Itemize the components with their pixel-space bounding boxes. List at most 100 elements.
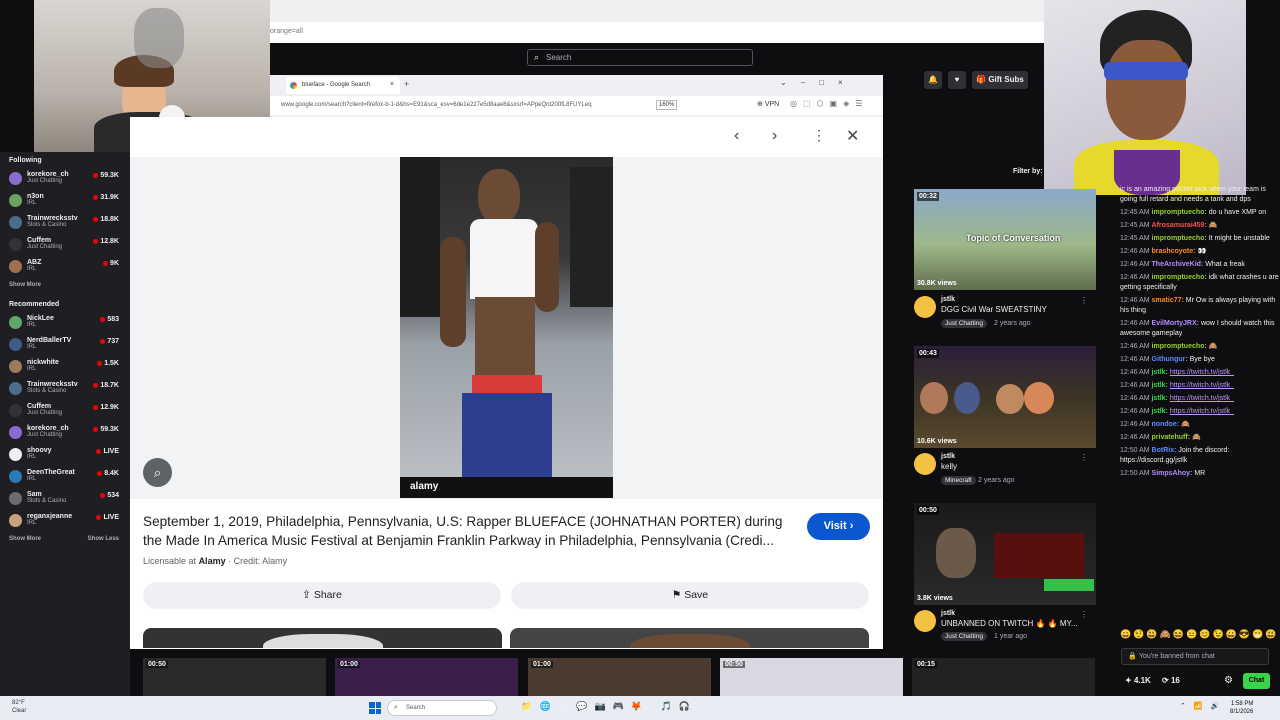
vpn-button[interactable]: ⊕ VPN	[757, 100, 779, 108]
weather-widget[interactable]: 82°F Clear	[12, 699, 26, 715]
channel-avatar[interactable]	[914, 610, 936, 632]
show-more-following[interactable]: Show More	[0, 278, 130, 296]
sidebar-channel[interactable]: Sam Slots & Casino 534	[0, 488, 130, 510]
chat-send-button[interactable]: Chat	[1243, 673, 1270, 689]
sidebar-channel[interactable]: NickLee IRL 583	[0, 312, 130, 334]
category-tag[interactable]: Minecraft	[941, 476, 976, 485]
save-button[interactable]: ⚑ Save	[511, 582, 869, 609]
show-more-recommended[interactable]: Show More	[0, 532, 41, 550]
taskbar-app-icons[interactable]: 🗂📁🌐🛍💬📷🎮🦊⏺🎵🎧	[503, 701, 697, 712]
chat-input[interactable]: 🔒 You're banned from chat	[1121, 648, 1269, 665]
sidebar-channel[interactable]: DeenTheGreat IRL 8.4K	[0, 466, 130, 488]
chat-username[interactable]: impromptuecho:	[1152, 209, 1207, 216]
video-thumbnail[interactable]: 00:43 10.6K views	[914, 346, 1096, 448]
chat-username[interactable]: jstlk:	[1152, 382, 1168, 389]
video-title[interactable]: DGG Civil War SWEATSTINY	[941, 305, 1047, 314]
sidebar-channel[interactable]: Cuffem Just Chatting 12.9K	[0, 400, 130, 422]
sidebar-channel[interactable]: n3on IRL 31.9K	[0, 190, 130, 212]
more-options-icon[interactable]: ⋮	[812, 127, 826, 144]
chat-username[interactable]: EvilMortyJRX:	[1152, 320, 1199, 327]
close-icon[interactable]: ✕	[846, 126, 859, 146]
emote-row[interactable]: 😀🤨😃🙈😆😐😊😉😀😎😁😃	[1120, 629, 1278, 640]
close-tab-icon[interactable]: ×	[390, 81, 394, 88]
video-title[interactable]: kelly	[941, 462, 957, 471]
sidebar-channel[interactable]: shoovy IRL LIVE	[0, 444, 130, 466]
window-controls[interactable]: ⌄–□×	[780, 78, 857, 87]
chat-username[interactable]: SimpsAhoy:	[1152, 470, 1193, 477]
sidebar-channel[interactable]: korekore_ch Just Chatting 59.3K	[0, 168, 130, 190]
channel-name[interactable]: jstlk	[941, 453, 955, 460]
twitch-search-input[interactable]: ⌕ Search	[527, 49, 753, 66]
chat-text[interactable]: https://twitch.tv/jstlk_	[1170, 369, 1234, 376]
chat-text[interactable]: https://twitch.tv/jstlk_	[1170, 395, 1234, 402]
preview-photo[interactable]	[400, 157, 613, 498]
category-tag[interactable]: Just Chatting	[941, 632, 987, 641]
related-image-2[interactable]	[510, 628, 869, 648]
channel-points[interactable]: ✦ 4.1K	[1125, 676, 1151, 685]
more-options-icon[interactable]: ⋮	[1080, 296, 1088, 305]
sidebar-channel[interactable]: ABZ IRL 9K	[0, 256, 130, 278]
show-less-recommended[interactable]: Show Less	[79, 532, 119, 550]
taskbar-search-input[interactable]: ⌕ Search	[387, 700, 497, 716]
chat-username[interactable]: jstlk:	[1152, 395, 1168, 402]
image-caption[interactable]: September 1, 2019, Philadelphia, Pennsyl…	[143, 512, 793, 550]
chat-text[interactable]: https://twitch.tv/jstlk_	[1170, 382, 1234, 389]
channel-avatar[interactable]	[914, 453, 936, 475]
channel-name[interactable]: jstlk	[941, 610, 955, 617]
sidebar-channel[interactable]: reganxjeanne IRL LIVE	[0, 510, 130, 532]
lens-search-icon[interactable]: ⌕	[143, 458, 172, 487]
visit-button[interactable]: Visit ›	[807, 513, 870, 540]
bottom-video-thumbnail[interactable]: 00:50	[143, 658, 326, 696]
sidebar-channel[interactable]: nickwhite IRL 1.5K	[0, 356, 130, 378]
system-tray-icons[interactable]: ⌃ 📶 🔊	[1180, 702, 1222, 710]
share-button[interactable]: ⇪ Share	[143, 582, 501, 609]
gear-icon[interactable]: ⚙	[1224, 675, 1233, 686]
taskbar-clock[interactable]: 1:58 PM 8/1/2026	[1230, 700, 1253, 716]
video-title[interactable]: UNBANNED ON TWITCH 🔥 🔥 MY...	[941, 619, 1078, 628]
channel-avatar[interactable]	[914, 296, 936, 318]
chat-username[interactable]: privatehuff:	[1152, 434, 1191, 441]
sidebar-channel[interactable]: Trainwrecksstv Slots & Casino 18.8K	[0, 212, 130, 234]
sidebar-channel[interactable]: NerdBallerTV IRL 737	[0, 334, 130, 356]
chevron-left-icon[interactable]: ‹	[734, 127, 739, 145]
windows-start-icon[interactable]	[369, 702, 381, 714]
toolbar-extension-icons[interactable]: ◎⬚⬡▣◈☰	[790, 99, 868, 108]
bottom-video-thumbnail[interactable]: 00:15	[912, 658, 1095, 696]
more-options-icon[interactable]: ⋮	[1080, 610, 1088, 619]
chat-username[interactable]: brashcoyote:	[1152, 248, 1196, 255]
zoom-level-badge[interactable]: 160%	[656, 100, 678, 110]
browser-tab[interactable]: blueface - Google Search ×	[286, 77, 400, 94]
sidebar-channel[interactable]: Cuffem Just Chatting 12.8K	[0, 234, 130, 256]
notifications-icon[interactable]: 🔔	[924, 71, 942, 89]
category-tag[interactable]: Just Chatting	[941, 319, 987, 328]
chat-username[interactable]: impromptuecho:	[1152, 274, 1207, 281]
video-thumbnail[interactable]: 00:32 Topic of Conversation 30.8K views	[914, 189, 1096, 290]
sidebar-channel[interactable]: Trainwrecksstv Slots & Casino 18.7K	[0, 378, 130, 400]
chat-text[interactable]: https://twitch.tv/jstlk_	[1170, 408, 1234, 415]
chat-username[interactable]: smatic77:	[1152, 297, 1184, 304]
chat-username[interactable]: jstlk:	[1152, 408, 1168, 415]
video-thumbnail[interactable]: 00:50 3.8K views	[914, 503, 1096, 605]
related-image-1[interactable]	[143, 628, 502, 648]
new-tab-icon[interactable]: +	[404, 79, 409, 89]
gift-subs-button[interactable]: 🎁 Gift Subs	[972, 71, 1028, 89]
license-site-link[interactable]: Alamy	[199, 556, 226, 566]
chat-username[interactable]: impromptuecho:	[1152, 235, 1207, 242]
chat-username[interactable]: BotRix:	[1152, 447, 1177, 454]
chat-username[interactable]: Githungur:	[1152, 356, 1188, 363]
bottom-video-thumbnail[interactable]: 00:50	[720, 658, 903, 696]
channel-name[interactable]: jstlk	[941, 296, 955, 303]
channel-points-secondary[interactable]: ⟳ 16	[1162, 676, 1180, 685]
more-options-icon[interactable]: ⋮	[1080, 453, 1088, 462]
chat-username[interactable]: Afrosamurai459:	[1152, 222, 1207, 229]
chevron-right-icon[interactable]: ›	[772, 127, 777, 145]
chat-username[interactable]: jstlk:	[1152, 369, 1168, 376]
address-url[interactable]: www.google.com/search?client=firefox-b-1…	[281, 102, 592, 108]
bottom-video-thumbnail[interactable]: 01:00	[335, 658, 518, 696]
sidebar-channel[interactable]: korekore_ch Just Chatting 59.3K	[0, 422, 130, 444]
chat-username[interactable]: nondoe:	[1152, 421, 1180, 428]
chat-username[interactable]: impromptuecho:	[1152, 343, 1207, 350]
chat-username[interactable]: TheArchiveKid:	[1152, 261, 1204, 268]
bottom-video-thumbnail[interactable]: 01:00	[528, 658, 711, 696]
heart-icon[interactable]: ♥	[948, 71, 966, 89]
